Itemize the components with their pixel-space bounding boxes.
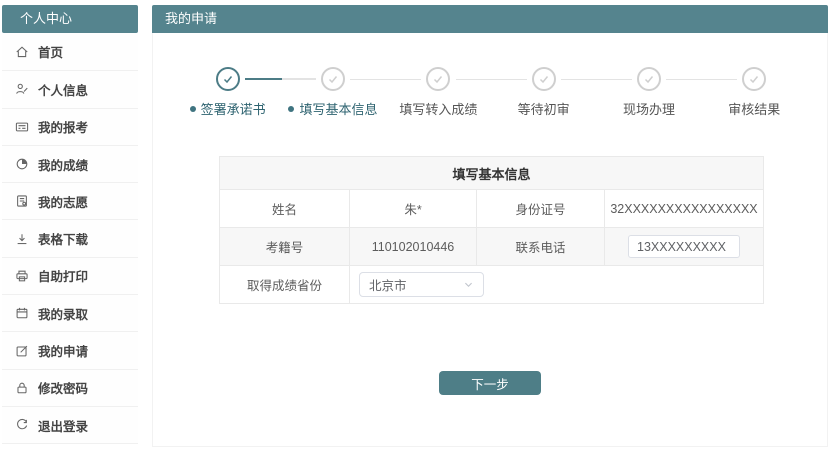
sidebar-title: 个人中心 — [2, 5, 138, 33]
province-select-value: 北京市 — [369, 279, 407, 293]
main-panel-title: 我的申请 — [152, 5, 828, 33]
logout-icon — [15, 418, 29, 432]
step-connector — [456, 79, 527, 80]
check-icon — [215, 67, 240, 91]
step-review-result: 审核结果 — [702, 66, 807, 128]
step-onsite-processing: 现场办理 — [596, 66, 701, 128]
sidebar-item-scores[interactable]: 我的成绩 — [2, 144, 138, 183]
page: 个人中心 首页 个人信息 我的报考 我的成绩 我的志愿 表格下载 自助打印 我的… — [0, 0, 830, 460]
check-icon — [320, 67, 345, 91]
step-bullet-icon — [288, 105, 295, 112]
phone-input[interactable] — [628, 235, 740, 258]
sidebar-item-logout[interactable]: 退出登录 — [2, 405, 138, 444]
main-panel-body: 签署承诺书 填写基本信息 填写转入成绩 等待初审 现场办理 审核结果 填写基本信… — [152, 33, 828, 447]
sidebar-item-admission[interactable]: 我的录取 — [2, 294, 138, 332]
step-preliminary-review: 等待初审 — [491, 66, 596, 128]
sidebar-item-registration[interactable]: 我的报考 — [2, 107, 138, 145]
edit-icon — [15, 344, 29, 358]
sidebar-item-label: 我的申请 — [38, 345, 89, 360]
sidebar-item-label: 我的志愿 — [38, 195, 89, 210]
province-select[interactable]: 北京市 — [359, 272, 484, 297]
sidebar-item-label: 我的报考 — [38, 121, 89, 136]
sidebar-item-label: 修改密码 — [38, 382, 89, 397]
document-icon — [15, 194, 29, 208]
sidebar-item-label: 表格下载 — [38, 233, 89, 248]
check-icon — [426, 67, 451, 91]
sidebar-item-label: 我的录取 — [38, 307, 89, 322]
province-label: 取得成绩省份 — [219, 265, 350, 304]
sidebar-item-form-download[interactable]: 表格下载 — [2, 219, 138, 257]
sidebar-menu: 首页 个人信息 我的报考 我的成绩 我的志愿 表格下载 自助打印 我的录取 我的… — [2, 33, 138, 445]
stepper: 签署承诺书 填写基本信息 填写转入成绩 等待初审 现场办理 审核结果 — [175, 66, 807, 128]
sidebar-item-profile[interactable]: 个人信息 — [2, 70, 138, 108]
home-icon — [15, 45, 29, 59]
phone-label: 联系电话 — [476, 227, 605, 266]
sidebar-item-change-password[interactable]: 修改密码 — [2, 368, 138, 406]
sidebar-item-label: 我的成绩 — [38, 158, 89, 173]
check-icon — [531, 67, 556, 91]
step-bullet-icon — [189, 105, 196, 112]
step-basic-info: 填写基本信息 — [280, 66, 385, 128]
printer-icon — [15, 269, 29, 283]
calendar-icon — [15, 306, 29, 320]
sidebar-item-home[interactable]: 首页 — [2, 33, 138, 71]
id-number-value: 32XXXXXXXXXXXXXXXX — [603, 189, 765, 228]
step-connector — [245, 78, 316, 80]
step-connector — [561, 79, 632, 80]
step-label: 现场办理 — [622, 102, 675, 117]
sidebar-item-application[interactable]: 我的申请 — [2, 331, 138, 369]
sidebar-item-label: 退出登录 — [38, 419, 89, 434]
next-step-button[interactable]: 下一步 — [439, 371, 541, 395]
step-label: 填写基本信息 — [299, 102, 378, 117]
basic-info-table: 填写基本信息 姓名 朱* 身份证号 32XXXXXXXXXXXXXXXX 考籍号… — [218, 156, 765, 304]
name-value: 朱* — [349, 189, 477, 228]
sidebar-item-label: 个人信息 — [38, 83, 89, 98]
download-icon — [15, 232, 29, 246]
step-label: 审核结果 — [728, 102, 781, 117]
step-connector — [350, 79, 421, 80]
user-icon — [15, 82, 29, 96]
check-icon — [742, 67, 767, 91]
chevron-down-icon — [463, 279, 474, 290]
step-transfer-scores: 填写转入成绩 — [386, 66, 491, 128]
check-icon — [636, 67, 661, 91]
step-sign-commitment: 签署承诺书 — [175, 66, 280, 128]
exam-no-label: 考籍号 — [219, 227, 350, 266]
table-row: 取得成绩省份 北京市 — [219, 265, 765, 304]
step-label: 签署承诺书 — [200, 102, 266, 117]
sidebar: 个人中心 首页 个人信息 我的报考 我的成绩 我的志愿 表格下载 自助打印 我的… — [2, 5, 138, 445]
main-panel: 我的申请 签署承诺书 填写基本信息 填写转入成绩 等待初审 现场办理 审核结果 … — [152, 5, 828, 447]
table-row: 考籍号 110102010446 联系电话 — [219, 227, 765, 266]
card-icon — [15, 120, 29, 134]
lock-icon — [15, 381, 29, 395]
sidebar-item-label: 自助打印 — [38, 270, 89, 285]
name-label: 姓名 — [219, 189, 350, 228]
pie-icon — [15, 157, 29, 171]
step-label: 等待初审 — [517, 102, 570, 117]
id-number-label: 身份证号 — [476, 189, 605, 228]
sidebar-item-preferences[interactable]: 我的志愿 — [2, 182, 138, 220]
table-header-row: 填写基本信息 — [218, 156, 765, 190]
form-title: 填写基本信息 — [218, 156, 765, 190]
exam-no-value: 110102010446 — [349, 227, 477, 266]
sidebar-item-self-print[interactable]: 自助打印 — [2, 256, 138, 295]
sidebar-item-label: 首页 — [38, 46, 64, 61]
step-label: 填写转入成绩 — [399, 102, 478, 117]
table-row: 姓名 朱* 身份证号 32XXXXXXXXXXXXXXXX — [219, 189, 765, 228]
step-connector — [666, 79, 737, 80]
